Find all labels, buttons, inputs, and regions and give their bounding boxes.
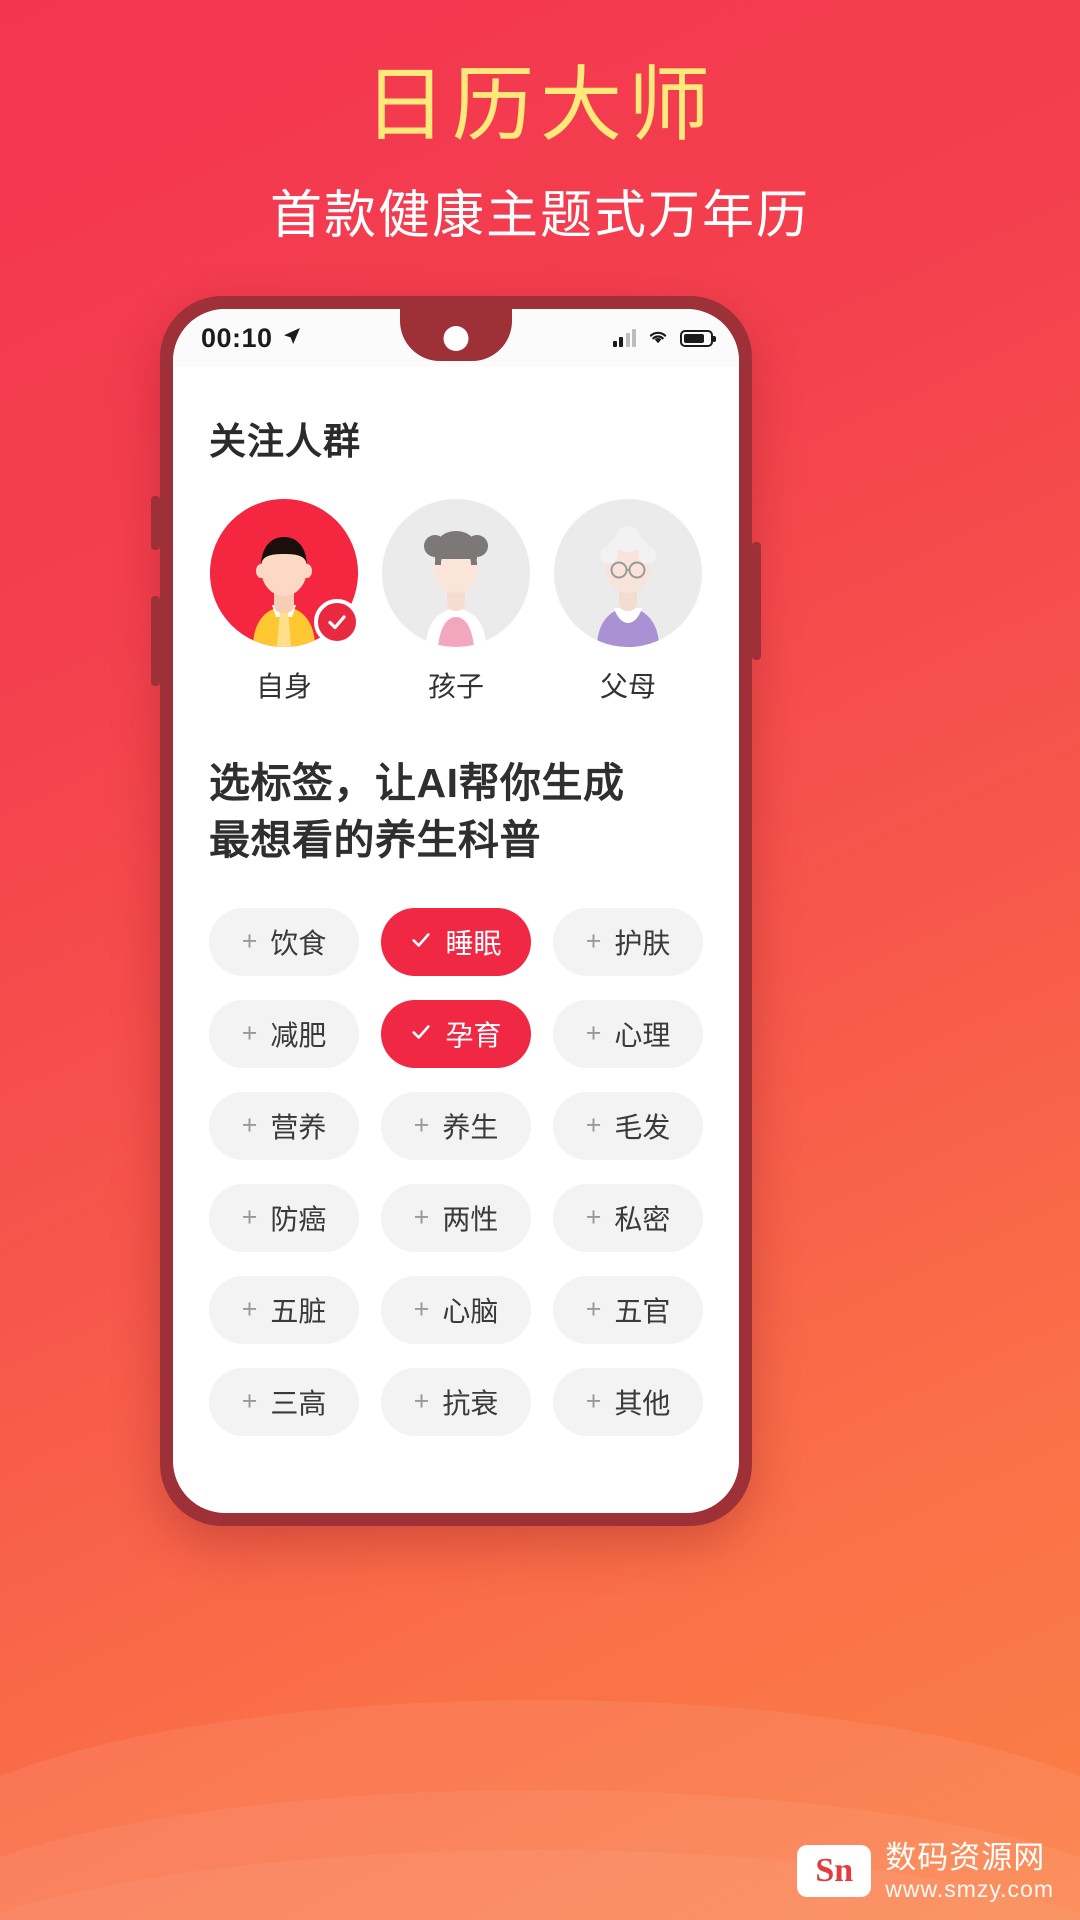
plus-icon: + bbox=[585, 1293, 602, 1324]
person-item-parents[interactable]: 父母 bbox=[553, 499, 703, 705]
tag-label: 减肥 bbox=[270, 1020, 327, 1052]
tags-lead-line2: 最想看的养生科普 bbox=[209, 816, 541, 863]
tag-label: 五脏 bbox=[270, 1296, 327, 1328]
tag-label: 私密 bbox=[614, 1204, 671, 1236]
avatar-wrap-parents[interactable] bbox=[554, 499, 702, 647]
tag-label: 五官 bbox=[614, 1296, 671, 1328]
plus-icon: + bbox=[241, 1017, 258, 1048]
tag-chip[interactable]: + 抗衰 bbox=[381, 1368, 531, 1437]
plus-icon: + bbox=[585, 1109, 602, 1140]
battery-icon bbox=[680, 329, 716, 347]
tag-chip[interactable]: + 五官 bbox=[553, 1276, 703, 1345]
person-item-child[interactable]: 孩子 bbox=[381, 499, 531, 705]
tag-chip[interactable]: + 减肥 bbox=[209, 1000, 359, 1069]
person-label-child: 孩子 bbox=[427, 671, 484, 702]
tag-label: 两性 bbox=[442, 1204, 499, 1236]
tag-chip[interactable]: + 营养 bbox=[209, 1092, 359, 1161]
status-time: 00:10 bbox=[201, 322, 273, 353]
phone-power-button bbox=[752, 542, 761, 660]
tag-label: 抗衰 bbox=[442, 1388, 499, 1420]
watermark-texts: 数码资源网 www.smzy.com bbox=[885, 1840, 1054, 1902]
app-content: 关注人群 自身 孩子 父母 选标签，让AI帮你生成 最想看的养生科普 + 饮食 … bbox=[173, 367, 739, 1437]
check-icon bbox=[410, 926, 432, 958]
plus-icon: + bbox=[413, 1109, 430, 1140]
hero-subtitle: 首款健康主题式万年历 bbox=[269, 186, 810, 245]
tag-chip[interactable]: + 其他 bbox=[553, 1368, 703, 1437]
tag-chip[interactable]: + 心脑 bbox=[381, 1276, 531, 1345]
people-section-title: 关注人群 bbox=[209, 421, 361, 462]
hero-block: 日历大师 首款健康主题式万年历 bbox=[0, 60, 1080, 248]
tag-chip[interactable]: + 养生 bbox=[381, 1092, 531, 1161]
plus-icon: + bbox=[413, 1293, 430, 1324]
signal-bars-icon bbox=[612, 329, 636, 347]
status-bar-left: 00:10 bbox=[201, 323, 302, 354]
watermark-site-name: 数码资源网 bbox=[885, 1839, 1046, 1875]
phone-mockup: 00:10 关注人群 自身 孩子 父母 选标签，让AI帮你生成 最想看的养生科普… bbox=[151, 296, 761, 1526]
tag-chip[interactable]: + 饮食 bbox=[209, 908, 359, 977]
tag-label: 营养 bbox=[270, 1112, 327, 1144]
plus-icon: + bbox=[241, 1201, 258, 1232]
location-arrow-icon bbox=[282, 326, 302, 351]
plus-icon: + bbox=[413, 1385, 430, 1416]
phone-screen: 00:10 关注人群 自身 孩子 父母 选标签，让AI帮你生成 最想看的养生科普… bbox=[173, 309, 739, 1513]
avatar-wrap-child[interactable] bbox=[382, 499, 530, 647]
tags-lead-line1: 选标签，让AI帮你生成 bbox=[209, 760, 625, 806]
plus-icon: + bbox=[585, 1385, 602, 1416]
plus-icon: + bbox=[241, 925, 258, 956]
watermark: Sn 数码资源网 www.smzy.com bbox=[797, 1840, 1054, 1902]
tag-label: 孕育 bbox=[445, 1020, 502, 1052]
tag-label: 三高 bbox=[270, 1388, 327, 1420]
plus-icon: + bbox=[585, 1201, 602, 1232]
tag-label: 饮食 bbox=[270, 928, 327, 960]
person-label-parents: 父母 bbox=[599, 671, 656, 702]
tag-grid: + 饮食 睡眠 + 护肤 + 减肥 孕育 + 心理 + 营养 + 养生 + 毛发… bbox=[209, 908, 703, 1437]
tag-chip[interactable]: + 两性 bbox=[381, 1184, 531, 1253]
status-bar-right bbox=[612, 327, 716, 349]
check-icon bbox=[410, 1018, 432, 1050]
wifi-icon bbox=[647, 327, 669, 349]
plus-icon: + bbox=[241, 1109, 258, 1140]
tag-chip[interactable]: + 防癌 bbox=[209, 1184, 359, 1253]
tag-label: 睡眠 bbox=[445, 928, 502, 960]
people-row: 自身 孩子 父母 bbox=[209, 499, 703, 705]
phone-notch bbox=[400, 309, 512, 361]
tag-chip[interactable]: 孕育 bbox=[381, 1000, 531, 1069]
tag-chip[interactable]: + 五脏 bbox=[209, 1276, 359, 1345]
tag-chip[interactable]: + 毛发 bbox=[553, 1092, 703, 1161]
plus-icon: + bbox=[585, 925, 602, 956]
tag-label: 心理 bbox=[614, 1020, 671, 1052]
tag-chip[interactable]: + 三高 bbox=[209, 1368, 359, 1437]
avatar-girl bbox=[382, 499, 530, 647]
tags-lead-text: 选标签，让AI帮你生成 最想看的养生科普 bbox=[209, 755, 703, 868]
plus-icon: + bbox=[413, 1201, 430, 1232]
avatar-elder bbox=[554, 499, 702, 647]
tag-label: 养生 bbox=[442, 1112, 499, 1144]
tag-label: 心脑 bbox=[442, 1296, 499, 1328]
person-item-self[interactable]: 自身 bbox=[209, 499, 360, 705]
tag-label: 护肤 bbox=[614, 928, 671, 960]
tag-chip[interactable]: + 心理 bbox=[553, 1000, 703, 1069]
front-camera-icon bbox=[443, 326, 469, 351]
watermark-site-url: www.smzy.com bbox=[885, 1875, 1054, 1902]
tag-chip[interactable]: 睡眠 bbox=[381, 908, 531, 977]
tag-label: 防癌 bbox=[270, 1204, 327, 1236]
tag-chip[interactable]: + 私密 bbox=[553, 1184, 703, 1253]
plus-icon: + bbox=[241, 1293, 258, 1324]
tag-chip[interactable]: + 护肤 bbox=[553, 908, 703, 977]
selected-check-badge bbox=[314, 599, 360, 645]
plus-icon: + bbox=[241, 1385, 258, 1416]
tag-label: 毛发 bbox=[614, 1112, 671, 1144]
watermark-logo-icon: Sn bbox=[797, 1844, 872, 1897]
plus-icon: + bbox=[585, 1017, 602, 1048]
hero-title: 日历大师 bbox=[363, 60, 716, 151]
tag-label: 其他 bbox=[614, 1388, 671, 1420]
person-label-self: 自身 bbox=[255, 671, 312, 702]
avatar-wrap-self[interactable] bbox=[210, 499, 360, 647]
promo-poster: 日历大师 首款健康主题式万年历 00:10 关注人群 自身 孩子 父母 选标签，… bbox=[0, 0, 1080, 1920]
